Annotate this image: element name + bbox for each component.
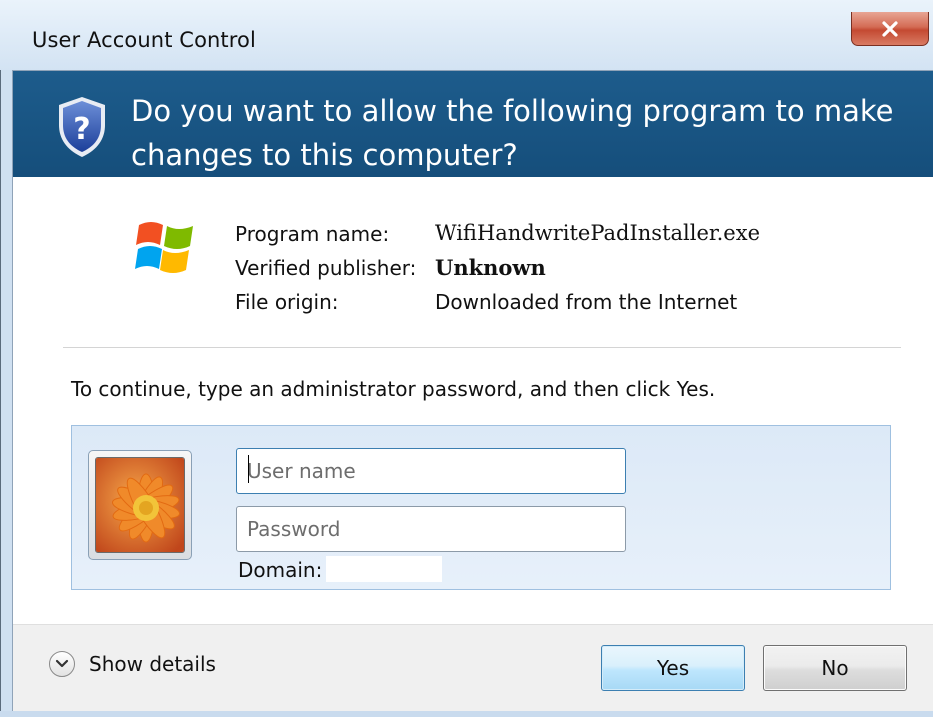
title-bar[interactable]: User Account Control (0, 0, 933, 70)
publisher-value: Unknown (435, 255, 546, 280)
dialog-footer: Show details Yes No (13, 624, 933, 713)
svg-text:?: ? (73, 112, 90, 147)
dialog-body: ? Do you want to allow the following pro… (12, 70, 933, 713)
text-caret (248, 455, 249, 483)
close-icon (882, 20, 898, 37)
domain-label: Domain: (238, 558, 323, 582)
password-input[interactable] (236, 506, 626, 552)
divider (63, 347, 901, 348)
program-name-label: Program name: (235, 222, 390, 246)
windows-logo-icon (135, 222, 193, 273)
flower-avatar-icon (95, 457, 185, 553)
chevron-down-icon (49, 651, 75, 677)
window-bottom-edge (0, 711, 933, 717)
no-button[interactable]: No (763, 645, 907, 691)
user-tile (88, 450, 192, 560)
yes-button[interactable]: Yes (601, 645, 745, 691)
file-origin-value: Downloaded from the Internet (435, 290, 738, 314)
show-details-button[interactable]: Show details (49, 651, 216, 677)
window-title: User Account Control (32, 28, 256, 52)
username-input[interactable] (236, 448, 626, 494)
show-details-label: Show details (89, 652, 216, 676)
uac-question: Do you want to allow the following progr… (131, 94, 894, 172)
uac-header: ? Do you want to allow the following pro… (13, 71, 933, 177)
domain-value (326, 556, 442, 582)
instruction-text: To continue, type an administrator passw… (71, 377, 716, 401)
publisher-label: Verified publisher: (235, 256, 417, 280)
shield-question-icon: ? (59, 97, 105, 157)
credential-panel: Domain: (71, 425, 891, 590)
close-button[interactable] (851, 12, 929, 46)
file-origin-label: File origin: (235, 290, 339, 314)
program-name-value: WifiHandwritePadInstaller.exe (435, 221, 761, 245)
